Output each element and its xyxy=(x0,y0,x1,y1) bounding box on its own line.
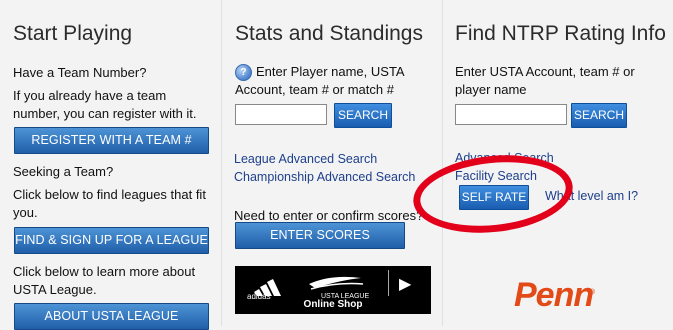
advanced-search-link[interactable]: Advanced Search xyxy=(455,151,554,165)
ntrp-heading: Find NTRP Rating Info xyxy=(455,22,666,45)
ntrp-search-input[interactable] xyxy=(455,104,567,125)
click-learn-text-line1: Click below to learn more about xyxy=(13,264,196,279)
register-with-team-button[interactable]: REGISTER WITH A TEAM # xyxy=(14,127,209,154)
click-find-text-line1: Click below to find leagues that fit xyxy=(13,187,206,202)
championship-advanced-search-link[interactable]: Championship Advanced Search xyxy=(234,170,415,184)
if-already-text-line2: number, you can register with it. xyxy=(13,106,197,121)
banner-divider xyxy=(388,270,389,296)
online-shop-text: Online Shop xyxy=(303,299,363,310)
facility-search-link[interactable]: Facility Search xyxy=(455,169,537,183)
penn-logo[interactable]: Penn xyxy=(514,276,594,315)
enter-scores-button[interactable]: ENTER SCORES xyxy=(235,222,405,249)
click-learn-text-line2: USTA League. xyxy=(13,282,97,297)
stats-standings-heading: Stats and Standings xyxy=(235,22,423,45)
if-already-text-line1: If you already have a team xyxy=(13,88,167,103)
adidas-usta-online-shop-banner[interactable]: adidas USTA LEAGUE ▶ Online Shop xyxy=(235,266,431,314)
usta-league-logo-icon: USTA LEAGUE xyxy=(309,276,369,300)
seeking-team-text: Seeking a Team? xyxy=(13,164,114,179)
self-rate-button[interactable]: SELF RATE xyxy=(459,185,529,210)
stats-search-button[interactable]: SEARCH xyxy=(334,103,392,128)
penn-registered-mark: ® xyxy=(590,289,596,296)
ntrp-prompt-line2: player name xyxy=(455,82,527,97)
have-team-number-text: Have a Team Number? xyxy=(13,65,147,80)
stats-search-input[interactable] xyxy=(235,104,327,125)
start-playing-column: Start Playing Have a Team Number? If you… xyxy=(0,0,221,330)
ntrp-search-button[interactable]: SEARCH xyxy=(571,103,627,128)
help-icon[interactable]: ? xyxy=(235,64,252,81)
click-find-text-line2: you. xyxy=(13,205,38,220)
start-playing-heading: Start Playing xyxy=(13,22,133,45)
ntrp-prompt-line1: Enter USTA Account, team # or xyxy=(455,64,635,79)
find-signup-league-button[interactable]: FIND & SIGN UP FOR A LEAGUE xyxy=(14,227,209,254)
league-advanced-search-link[interactable]: League Advanced Search xyxy=(234,152,377,166)
play-icon: ▶ xyxy=(399,276,412,293)
stats-prompt-line1: Enter Player name, USTA xyxy=(256,64,405,79)
stats-prompt-line2: Account, team # or match # xyxy=(235,82,394,97)
stats-standings-column: Stats and Standings ? Enter Player name,… xyxy=(221,0,443,326)
what-level-link[interactable]: What level am I? xyxy=(545,189,638,203)
